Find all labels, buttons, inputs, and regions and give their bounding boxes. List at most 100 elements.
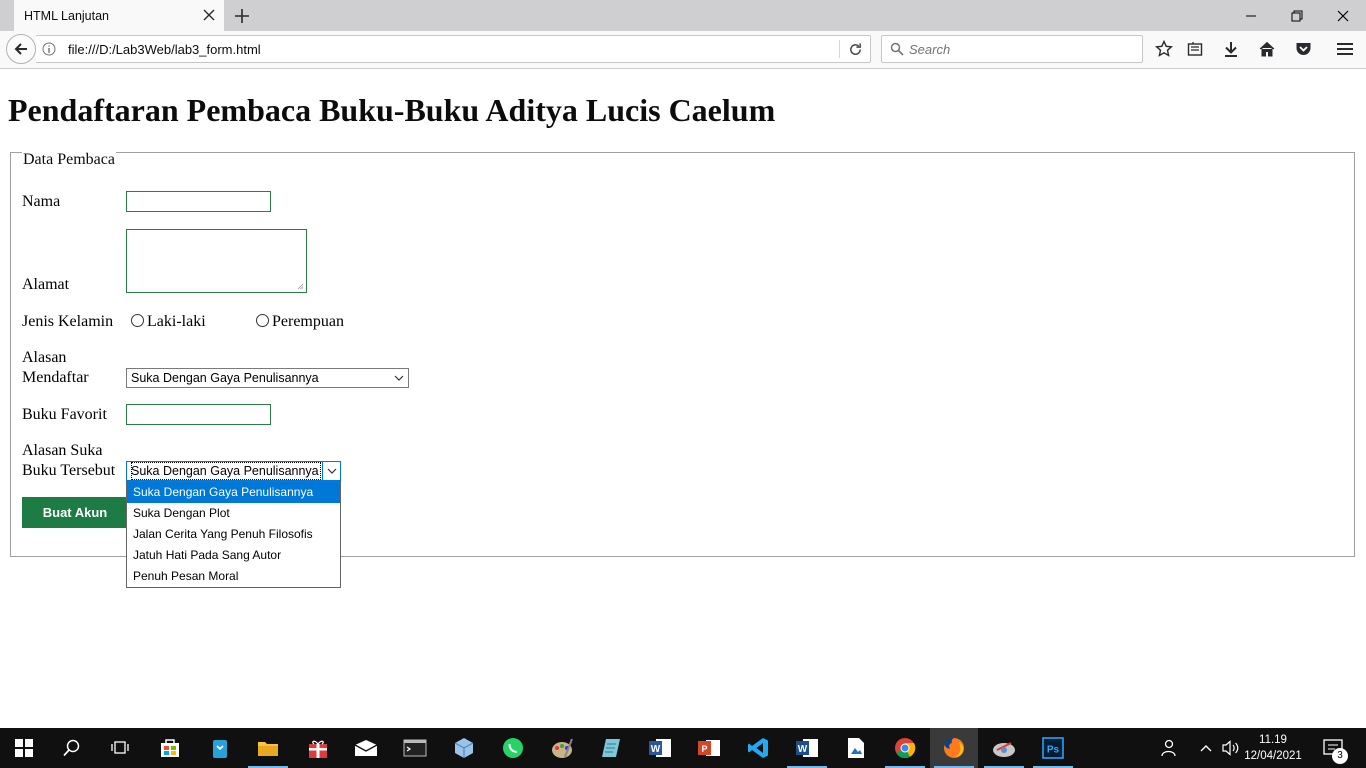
people-icon bbox=[1161, 739, 1176, 757]
photo-app[interactable] bbox=[832, 728, 880, 768]
task-view-button[interactable] bbox=[96, 728, 144, 768]
chevron-down-icon bbox=[390, 369, 408, 387]
box-app[interactable] bbox=[440, 728, 488, 768]
gift-app[interactable] bbox=[294, 728, 342, 768]
radio-laki-laki-label: Laki-laki bbox=[147, 313, 206, 330]
page-content: Pendaftaran Pembaca Buku-Buku Aditya Luc… bbox=[0, 70, 1366, 728]
file-explorer-app[interactable] bbox=[244, 728, 292, 768]
vscode-app[interactable] bbox=[734, 728, 782, 768]
dropdown-option[interactable]: Suka Dengan Gaya Penulisannya bbox=[127, 482, 340, 503]
url-text: file:///D:/Lab3Web/lab3_form.html bbox=[68, 42, 261, 57]
new-tab-icon[interactable] bbox=[232, 7, 252, 25]
restore-icon bbox=[1291, 10, 1303, 21]
notes-icon bbox=[602, 739, 620, 757]
downloads-button[interactable] bbox=[1220, 38, 1242, 60]
windows-logo-icon bbox=[15, 739, 33, 757]
pocket-button[interactable] bbox=[1292, 38, 1314, 60]
close-icon bbox=[1337, 10, 1349, 21]
chevron-up-icon bbox=[1200, 745, 1212, 752]
download-icon bbox=[1225, 42, 1237, 57]
alamat-textarea[interactable] bbox=[126, 229, 307, 293]
terminal-icon bbox=[403, 739, 427, 757]
store-app[interactable] bbox=[146, 728, 194, 768]
firefox-icon bbox=[944, 737, 965, 758]
pocket-icon bbox=[1296, 43, 1310, 55]
close-window-button[interactable] bbox=[1320, 0, 1366, 31]
buku-favorit-input[interactable] bbox=[126, 404, 271, 425]
start-button[interactable] bbox=[0, 728, 48, 768]
page-title: Pendaftaran Pembaca Buku-Buku Aditya Luc… bbox=[8, 92, 776, 128]
restore-button[interactable] bbox=[1274, 0, 1320, 31]
firefox-app[interactable] bbox=[930, 728, 978, 768]
tab-strip: HTML Lanjutan bbox=[0, 0, 1366, 31]
whatsapp-app[interactable] bbox=[489, 728, 537, 768]
nama-input[interactable] bbox=[126, 191, 271, 212]
dropdown-option[interactable]: Jatuh Hati Pada Sang Autor bbox=[127, 545, 340, 566]
home-icon bbox=[1259, 41, 1275, 57]
paint-icon bbox=[552, 738, 573, 758]
search-icon bbox=[890, 42, 904, 56]
svg-text:Ps: Ps bbox=[1047, 745, 1060, 756]
mail-app[interactable] bbox=[342, 728, 390, 768]
mail-icon bbox=[354, 740, 378, 756]
remote-app[interactable] bbox=[980, 728, 1028, 768]
office-app[interactable]: P bbox=[685, 728, 733, 768]
paint-app[interactable] bbox=[538, 728, 586, 768]
radio-laki-laki[interactable] bbox=[131, 314, 144, 327]
search-placeholder: Search bbox=[909, 42, 951, 57]
url-bar[interactable]: file:///D:/Lab3Web/lab3_form.html bbox=[36, 35, 871, 63]
reload-icon[interactable] bbox=[848, 42, 863, 57]
info-icon[interactable] bbox=[42, 42, 56, 56]
word2-app[interactable]: W bbox=[783, 728, 831, 768]
word-app[interactable]: W bbox=[636, 728, 684, 768]
photoshop-app[interactable]: Ps bbox=[1029, 728, 1077, 768]
people-button[interactable] bbox=[1148, 728, 1188, 768]
terminal-app[interactable] bbox=[391, 728, 439, 768]
box-icon bbox=[454, 738, 474, 758]
alasan-suka-dropdown-list: Suka Dengan Gaya Penulisannya Suka Denga… bbox=[126, 481, 341, 588]
bookmark-star-button[interactable] bbox=[1153, 38, 1175, 60]
back-button[interactable] bbox=[6, 34, 36, 64]
bag-icon bbox=[213, 740, 227, 758]
browser-tab[interactable]: HTML Lanjutan bbox=[14, 0, 224, 31]
store-icon bbox=[161, 739, 179, 757]
alasan-mendaftar-select[interactable]: Suka Dengan Gaya Penulisannya bbox=[126, 368, 409, 388]
menu-button[interactable] bbox=[1334, 38, 1356, 60]
notes-app[interactable] bbox=[587, 728, 635, 768]
url-separator bbox=[839, 40, 840, 58]
search-bar[interactable]: Search bbox=[881, 35, 1143, 63]
gift-icon bbox=[309, 740, 327, 758]
library-button[interactable] bbox=[1184, 38, 1206, 60]
buat-akun-button[interactable]: Buat Akun bbox=[22, 497, 128, 528]
back-arrow-icon bbox=[14, 43, 27, 55]
close-tab-icon[interactable] bbox=[202, 8, 216, 22]
hamburger-menu-icon bbox=[1337, 43, 1353, 55]
clock[interactable]: 11.19 12/04/2021 bbox=[1240, 732, 1306, 764]
photoshop-icon: Ps bbox=[1042, 737, 1064, 759]
alasan-suka-select[interactable]: Suka Dengan Gaya Penulisannya bbox=[126, 461, 341, 481]
dropdown-option[interactable]: Jalan Cerita Yang Penuh Filosofis bbox=[127, 524, 340, 545]
alasan-mendaftar-label-line2: Mendaftar bbox=[22, 369, 89, 386]
tab-title: HTML Lanjutan bbox=[24, 8, 109, 23]
jenis-kelamin-label: Jenis Kelamin bbox=[22, 313, 114, 330]
show-hidden-icons-button[interactable] bbox=[1192, 728, 1220, 768]
taskbar-search-button[interactable] bbox=[48, 728, 96, 768]
dropdown-option[interactable]: Penuh Pesan Moral bbox=[127, 566, 340, 587]
photo-icon bbox=[848, 738, 864, 758]
home-button[interactable] bbox=[1256, 38, 1278, 60]
resize-grip-icon[interactable] bbox=[297, 283, 304, 290]
chrome-app[interactable] bbox=[881, 728, 929, 768]
radio-perempuan[interactable] bbox=[256, 314, 269, 327]
dropdown-option[interactable]: Suka Dengan Plot bbox=[127, 503, 340, 524]
task-view-icon bbox=[111, 741, 129, 754]
alasan-suka-label-line2: Buku Tersebut bbox=[22, 462, 116, 479]
clock-time: 11.19 bbox=[1259, 734, 1287, 746]
whatsapp-icon bbox=[503, 738, 523, 758]
minimize-button[interactable] bbox=[1228, 0, 1274, 31]
bag-app[interactable] bbox=[196, 728, 244, 768]
alasan-suka-label-line1: Alasan Suka bbox=[22, 442, 103, 459]
svg-text:W: W bbox=[798, 744, 808, 755]
volume-icon bbox=[1222, 740, 1239, 756]
buku-favorit-label: Buku Favorit bbox=[22, 406, 107, 423]
radio-perempuan-label: Perempuan bbox=[272, 313, 344, 330]
